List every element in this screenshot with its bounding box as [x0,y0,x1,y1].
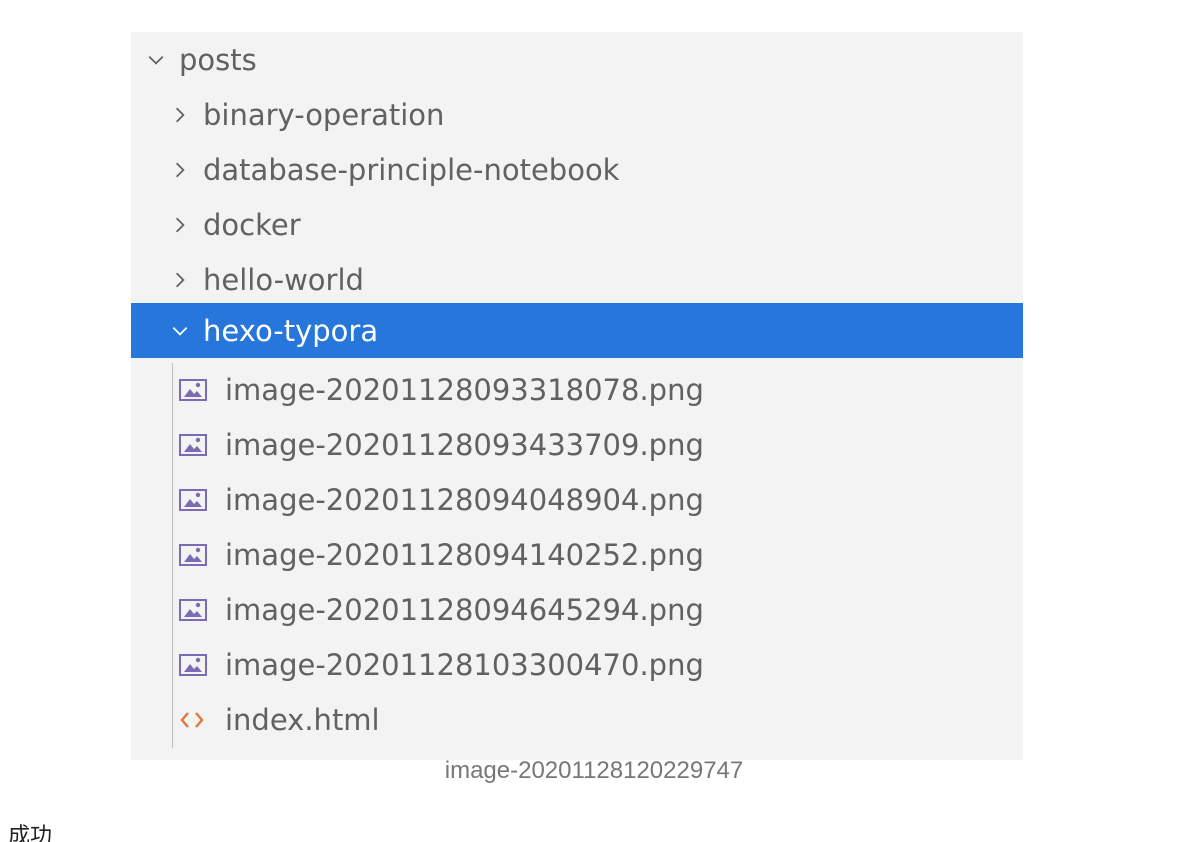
tree-file-image-2[interactable]: image-20201128093433709.png [131,417,1023,472]
tree-folder-hexo-typora[interactable]: hexo-typora [131,303,1023,358]
tree-file-index-html[interactable]: index.html [131,692,1023,747]
tree-folder-docker[interactable]: docker [131,197,1023,252]
page: posts binary-operation database-principl… [0,0,1188,842]
image-file-icon [179,543,209,567]
body-text-fragment: 成功 [8,824,53,842]
tree-file-image-5[interactable]: image-20201128094645294.png [131,582,1023,637]
tree-file-label: image-20201128103300470.png [225,647,704,682]
tree-file-image-3[interactable]: image-20201128094048904.png [131,472,1023,527]
chevron-down-icon[interactable] [169,320,191,342]
tree-file-label: image-20201128093433709.png [225,427,704,462]
image-file-icon [179,488,209,512]
tree-folder-label: hexo-typora [203,313,379,348]
chevron-down-icon[interactable] [145,49,167,71]
image-file-icon [179,433,209,457]
tree-file-image-6[interactable]: image-20201128103300470.png [131,637,1023,692]
tree-folder-posts[interactable]: posts [131,32,1023,87]
tree-folder-label: hello-world [203,262,364,297]
tree-file-label: image-20201128093318078.png [225,372,704,407]
image-file-icon [179,378,209,402]
tree-folder-label: binary-operation [203,97,445,132]
tree-file-label: image-20201128094645294.png [225,592,704,627]
image-file-icon [179,598,209,622]
file-explorer-tree: posts binary-operation database-principl… [131,32,1023,760]
chevron-right-icon[interactable] [169,104,191,126]
tree-file-label: image-20201128094140252.png [225,537,704,572]
tree-file-label: image-20201128094048904.png [225,482,704,517]
chevron-right-icon[interactable] [169,214,191,236]
tree-file-label: index.html [225,702,380,737]
tree-folder-label: database-principle-notebook [203,152,620,187]
tree-folder-database-principle-notebook[interactable]: database-principle-notebook [131,142,1023,197]
tree-folder-label: posts [179,42,257,77]
tree-folder-binary-operation[interactable]: binary-operation [131,87,1023,142]
chevron-right-icon[interactable] [169,269,191,291]
image-caption: image-20201128120229747 [444,757,744,784]
html-code-icon [179,708,209,732]
image-file-icon [179,653,209,677]
chevron-right-icon[interactable] [169,159,191,181]
tree-file-image-1[interactable]: image-20201128093318078.png [131,362,1023,417]
tree-folder-label: docker [203,207,301,242]
tree-file-image-4[interactable]: image-20201128094140252.png [131,527,1023,582]
tree-folder-hello-world[interactable]: hello-world [131,252,1023,307]
